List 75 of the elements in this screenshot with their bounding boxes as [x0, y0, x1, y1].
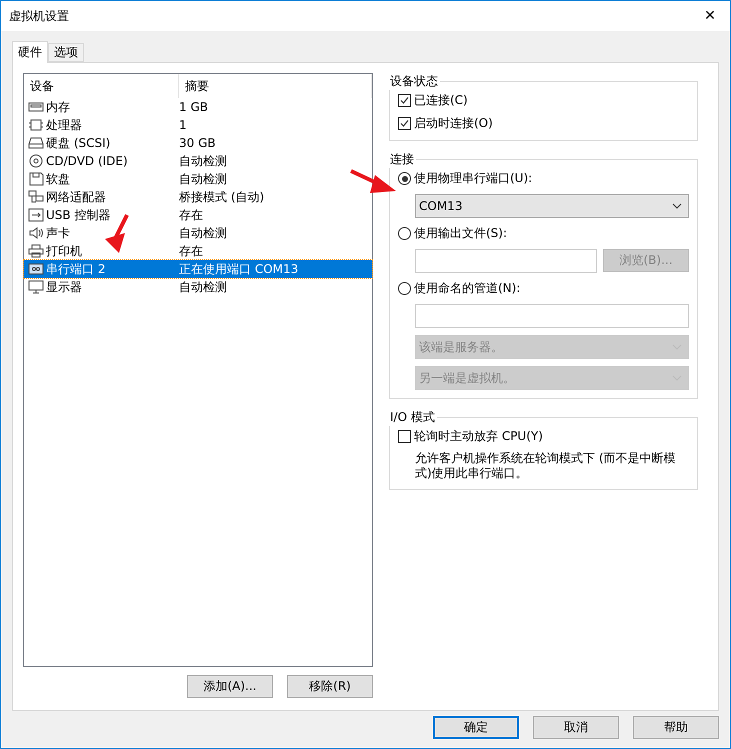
chip-icon: [28, 118, 44, 132]
dialog-button[interactable]: 确定: [433, 716, 519, 739]
speaker-icon: [28, 226, 44, 240]
radio-label[interactable]: 使用物理串行端口(U):: [414, 170, 532, 187]
device-name: 串行端口 2: [46, 260, 106, 278]
device-name: 软盘: [46, 170, 70, 188]
radio-label[interactable]: 使用输出文件(S):: [414, 225, 508, 242]
check-icon: [400, 96, 409, 105]
device-row[interactable]: 软盘 自动检测: [24, 170, 372, 188]
checkbox[interactable]: [398, 94, 411, 107]
radio-button[interactable]: [398, 172, 411, 185]
device-summary: 正在使用端口 COM13: [179, 260, 300, 278]
device-summary: 30 GB: [179, 136, 217, 150]
device-row[interactable]: USB 控制器 存在: [24, 206, 372, 224]
device-row[interactable]: 显示器 自动检测: [24, 278, 372, 296]
list-button[interactable]: 添加(A)...: [187, 675, 273, 698]
radio-button[interactable]: [398, 227, 411, 240]
radio-label[interactable]: 使用命名的管道(N):: [414, 280, 520, 297]
chevron-down-icon: [672, 203, 682, 209]
network-icon: [28, 190, 44, 204]
device-row[interactable]: 打印机 存在: [24, 242, 372, 260]
device-summary: 自动检测: [179, 152, 228, 170]
pipe-name-field[interactable]: [415, 304, 689, 328]
printer-icon: [28, 244, 44, 258]
group-title: 设备状态: [389, 73, 439, 90]
group-title: 连接: [389, 151, 415, 168]
usb-icon: [28, 208, 44, 222]
device-name: 内存: [46, 98, 70, 116]
list-button[interactable]: 移除(R): [287, 675, 373, 698]
device-row[interactable]: CD/DVD (IDE) 自动检测: [24, 152, 372, 170]
dialog-button[interactable]: 帮助: [633, 716, 719, 739]
window-title: 虚拟机设置: [9, 8, 69, 24]
device-summary: 桥接模式 (自动): [179, 188, 266, 206]
device-summary: 存在: [179, 242, 204, 260]
checkbox[interactable]: [398, 430, 411, 443]
device-summary: 自动检测: [179, 278, 228, 296]
tab[interactable]: 硬件: [12, 41, 48, 63]
tab[interactable]: 选项: [48, 43, 84, 62]
device-row[interactable]: 内存 1 GB: [24, 98, 372, 116]
group-title: I/O 模式: [389, 409, 436, 426]
device-summary: 1: [179, 118, 188, 132]
device-row[interactable]: 串行端口 2 正在使用端口 COM13: [24, 260, 372, 278]
device-row[interactable]: 硬盘 (SCSI) 30 GB: [24, 134, 372, 152]
checkbox[interactable]: [398, 117, 411, 130]
disk-drive-icon: [28, 136, 44, 150]
device-name: 打印机: [46, 242, 82, 260]
radio-button[interactable]: [398, 282, 411, 295]
dialog-button[interactable]: 取消: [533, 716, 619, 739]
device-row[interactable]: 处理器 1: [24, 116, 372, 134]
check-icon: [400, 119, 409, 128]
checkbox-label[interactable]: 启动时连接(O): [414, 115, 493, 132]
description-text: 允许客户机操作系统在轮询模式下 (而不是中断模式)使用此串行端口。: [415, 451, 676, 481]
device-summary: 存在: [179, 206, 204, 224]
monitor-icon: [28, 280, 44, 294]
checkbox-label[interactable]: 已连接(C): [414, 92, 468, 109]
checkbox-label[interactable]: 轮询时主动放弃 CPU(Y): [414, 428, 543, 445]
device-summary: 自动检测: [179, 224, 228, 242]
device-name: 声卡: [46, 224, 70, 242]
device-name: USB 控制器: [46, 206, 110, 224]
memory-icon: [28, 100, 44, 114]
device-summary: 1 GB: [179, 100, 209, 114]
column-header[interactable]: 摘要: [179, 74, 372, 98]
port-dropdown[interactable]: COM13: [415, 194, 689, 218]
device-summary: 自动检测: [179, 170, 228, 188]
device-name: CD/DVD (IDE): [46, 154, 128, 168]
device-name: 网络适配器: [46, 188, 106, 206]
device-name: 显示器: [46, 278, 82, 296]
device-row[interactable]: 网络适配器 桥接模式 (自动): [24, 188, 372, 206]
device-row[interactable]: 声卡 自动检测: [24, 224, 372, 242]
file-path-field[interactable]: [415, 249, 597, 273]
column-header[interactable]: 设备: [24, 74, 179, 98]
serial-port-icon: [28, 262, 44, 276]
disc-icon: [28, 154, 44, 168]
device-name: 硬盘 (SCSI): [46, 134, 110, 152]
device-name: 处理器: [46, 116, 82, 134]
